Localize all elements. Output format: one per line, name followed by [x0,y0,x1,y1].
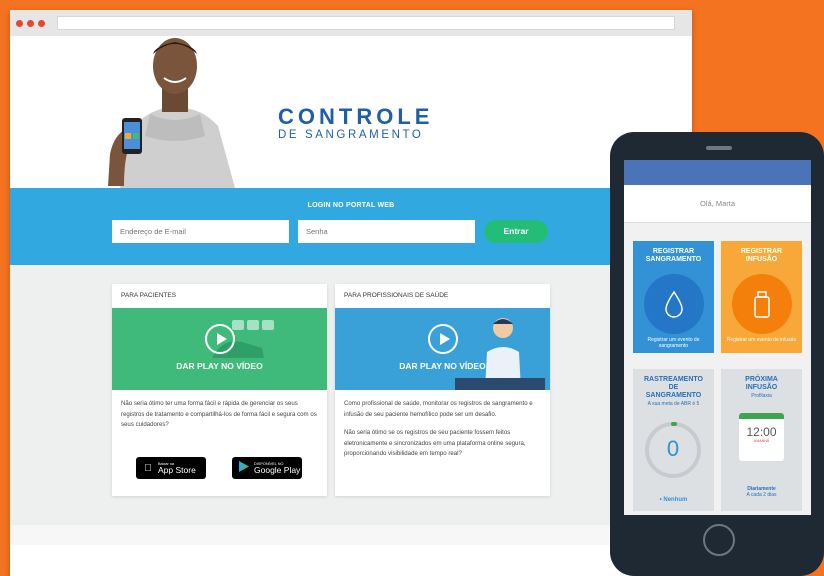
login-section: LOGIN NO PORTAL WEB Entrar [10,188,692,265]
blood-drop-icon [644,274,704,334]
brand-logo: CONTROLE DE SANGRAMENTO [278,104,434,142]
window-maximize-dot[interactable] [38,19,45,27]
calendar-icon: 12:00 AMANHÃ [739,413,784,461]
infusion-schedule: Diariamente A cada 2 dias [721,486,802,498]
phone-home-button[interactable] [703,524,735,556]
bleed-count-ring: 0 [645,422,701,478]
next-infusion-day: AMANHÃ [753,439,770,443]
next-infusion-title-line2: INFUSÃO [745,384,778,391]
register-infusion-title: REGISTRAR INFUSÃO [721,241,802,264]
bleed-tracking-tile[interactable]: RASTREAMENTO DE SANGRAMENTO A sua meta d… [633,369,714,511]
play-icon[interactable] [204,324,235,354]
password-field[interactable] [298,220,475,243]
professionals-card: PARA PROFISSIONAIS DE SAÚDE DAR PLAY NO … [335,284,550,496]
prophylaxis-label: Profilaxia [751,393,772,399]
app-store-button[interactable]:  Baixar na App Store [136,457,206,479]
patients-video[interactable]: DAR PLAY NO VÍDEO [112,308,327,390]
phone-mockup: Olá, Marta REGISTRAR SANGRAMENTO Registr… [610,132,824,576]
register-infusion-tile[interactable]: REGISTRAR INFUSÃO Registrar um evento de… [721,241,802,353]
register-infusion-caption: Registrar um evento de infusão [726,337,797,343]
patients-card: PARA PACIENTES DAR PLAY NO VÍDEO Não ser… [112,284,327,496]
professionals-video-label: DAR PLAY NO VÍDEO [399,361,486,371]
phone-screen: Olá, Marta REGISTRAR SANGRAMENTO Registr… [624,160,811,515]
patients-video-label: DAR PLAY NO VÍDEO [176,361,263,371]
app-store-label: App Store [158,464,196,475]
professionals-card-title: PARA PROFISSIONAIS DE SAÚDE [344,292,449,299]
register-bleed-title: REGISTRAR SANGRAMENTO [633,241,714,264]
login-title: LOGIN NO PORTAL WEB [307,202,395,209]
register-bleed-caption: Registrar um evento de sangramento [647,337,700,349]
page-footer [10,525,692,545]
abr-goal: A sua meta de ABR é 5 [647,401,700,407]
hero-banner: CONTROLE DE SANGRAMENTO [10,36,692,188]
window-close-dot[interactable] [16,19,23,27]
next-infusion-time: 12:00 [746,425,777,439]
main-content: PARA PACIENTES DAR PLAY NO VÍDEO Não ser… [10,265,692,525]
professionals-description-2: Não seria ótimo se os registros de seu p… [344,429,526,457]
patients-description: Não seria ótimo ter uma forma fácil e rá… [121,400,317,428]
next-infusion-title: PRÓXIMA INFUSÃO [721,369,802,392]
vial-icon [732,274,792,334]
browser-window: CONTROLE DE SANGRAMENTO LOGIN NO PORTAL … [10,10,692,576]
window-minimize-dot[interactable] [27,19,34,27]
person-with-phone-image [108,38,235,188]
professionals-video[interactable]: DAR PLAY NO VÍDEO [335,308,550,390]
browser-toolbar [10,10,692,36]
bleed-tracking-title: RASTREAMENTO DE SANGRAMENTO [633,369,714,400]
bleed-tracking-title-line2: DE [668,384,679,391]
infusion-interval: A cada 2 dias [746,492,777,498]
register-infusion-title-line1: REGISTRAR [740,248,783,255]
login-button[interactable]: Entrar [484,220,548,243]
apple-icon:  [142,463,154,474]
register-bleed-title-line2: SANGRAMENTO [645,256,702,263]
logo-subtitle: DE SANGRAMENTO [278,129,424,141]
address-bar[interactable] [57,16,675,30]
next-infusion-tile[interactable]: PRÓXIMA INFUSÃO Profilaxia 12:00 AMANHÃ … [721,369,802,511]
register-bleed-tile[interactable]: REGISTRAR SANGRAMENTO Registrar um event… [633,241,714,353]
logo-title: CONTROLE [278,104,434,129]
bleed-tracking-title-line1: RASTREAMENTO [644,376,703,383]
phone-speaker [706,146,732,150]
register-infusion-title-line2: INFUSÃO [745,256,778,263]
store-badges:  Baixar na App Store DISPONÍVEL NO Goog… [136,457,302,479]
next-infusion-title-line1: PRÓXIMA [745,376,778,383]
doctor-illustration-icon [455,318,545,390]
professionals-description-1: Como profissional de saúde, monitorar os… [344,400,533,418]
patients-card-title: PARA PACIENTES [121,292,177,299]
register-bleed-title-line1: REGISTRAR [652,248,695,255]
app-header [624,160,811,185]
google-play-button[interactable]: DISPONÍVEL NO Google Play [232,457,302,479]
patients-card-text: Não seria ótimo ter uma forma fácil e rá… [112,390,327,431]
google-play-label: Google Play [254,464,301,475]
bleed-status: • Nenhum [659,497,688,503]
ring-indicator [671,422,677,426]
professionals-card-text: Como profissional de saúde, monitorar os… [335,390,550,460]
bleed-count: 0 [666,436,680,461]
google-play-icon [238,461,250,475]
bleed-tracking-title-line3: SANGRAMENTO [645,392,702,399]
greeting: Olá, Marta [624,185,811,223]
play-icon[interactable] [427,324,458,354]
email-field[interactable] [112,220,289,243]
